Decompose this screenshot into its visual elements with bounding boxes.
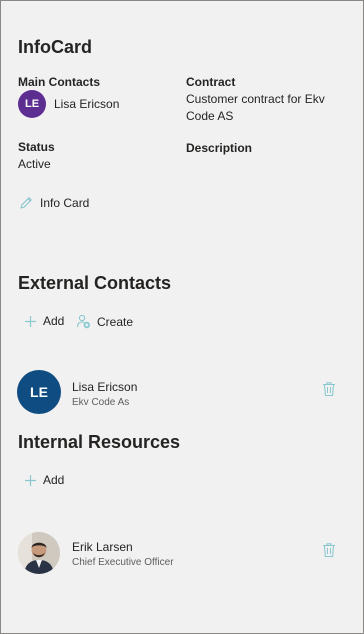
contract-label: Contract (186, 75, 236, 89)
resource-role: Chief Executive Officer (72, 557, 174, 568)
create-label: Create (97, 314, 134, 329)
add-internal-resource-button[interactable]: Add (24, 473, 64, 487)
add-person-icon (76, 314, 90, 329)
avatar: LE (18, 90, 46, 118)
avatar (18, 532, 60, 574)
add-label: Add (43, 473, 65, 487)
plus-icon (25, 315, 36, 327)
internal-resources-title: Internal Resources (18, 432, 181, 452)
pencil-icon (20, 197, 32, 209)
contract-value: Customer contract for Ekv Code AS (186, 92, 325, 123)
trash-icon[interactable] (322, 381, 336, 397)
contact-name: Lisa Ericson (72, 380, 138, 394)
contact-company: Ekv Code As (72, 397, 130, 408)
add-external-contact-button[interactable]: Add (24, 314, 64, 328)
add-label: Add (43, 314, 65, 328)
resource-name: Erik Larsen (72, 540, 133, 554)
person-photo-icon (18, 532, 60, 574)
list-item[interactable]: Erik Larsen Chief Executive Officer (18, 532, 348, 576)
description-label: Description (186, 141, 253, 155)
infocard-title: InfoCard (18, 37, 92, 57)
edit-infocard-label: Info Card (40, 196, 90, 210)
create-contact-button[interactable]: Create (76, 314, 133, 329)
main-contact[interactable]: LE Lisa Ericson (18, 90, 119, 118)
avatar: LE (17, 370, 61, 414)
status-label: Status (18, 140, 55, 154)
list-item[interactable]: LE Lisa Ericson Ekv Code As (17, 370, 347, 416)
main-contacts-label: Main Contacts (18, 75, 101, 89)
trash-icon[interactable] (322, 542, 336, 558)
edit-infocard-link[interactable]: Info Card (18, 195, 89, 211)
external-contacts-title: External Contacts (18, 273, 172, 293)
main-contact-name: Lisa Ericson (54, 96, 120, 111)
infocard-panel: InfoCard Main Contacts LE Lisa Ericson C… (0, 0, 364, 634)
status-value: Active (18, 157, 51, 171)
plus-icon (25, 474, 36, 486)
